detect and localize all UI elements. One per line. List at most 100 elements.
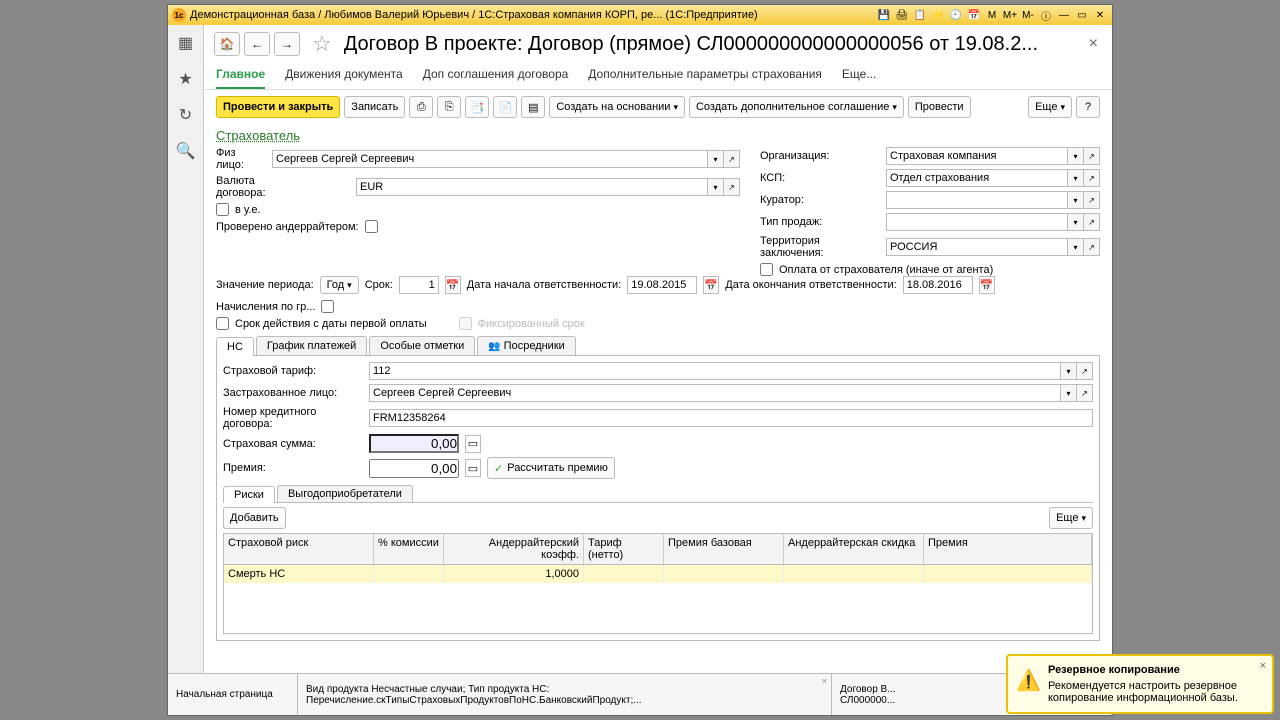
th-5[interactable]: Андеррайтерская скидка (784, 534, 924, 564)
calculator-icon[interactable]: ▭ (465, 459, 481, 477)
dropdown-icon[interactable]: ▾ (1061, 362, 1077, 380)
tool-icon-5[interactable]: ▤ (521, 96, 545, 118)
inner-tab-2[interactable]: Особые отметки (369, 336, 475, 355)
tb-mminus-icon[interactable]: M- (1020, 8, 1036, 22)
dropdown-icon[interactable]: ▾ (708, 178, 724, 196)
tab-main-2[interactable]: Доп соглашения договора (423, 63, 569, 89)
dropdown-icon[interactable]: ▾ (708, 150, 724, 168)
dropdown-icon[interactable]: ▾ (1068, 191, 1084, 209)
sub-tab-1[interactable]: Выгодоприобретатели (277, 485, 413, 502)
inner-tab-1[interactable]: График платежей (256, 336, 367, 355)
th-3[interactable]: Тариф (нетто) (584, 534, 664, 564)
tab-main-0[interactable]: Главное (216, 63, 265, 89)
tab-main-1[interactable]: Движения документа (285, 63, 403, 89)
dropdown-icon[interactable]: ▾ (1068, 213, 1084, 231)
end-date-input[interactable] (903, 276, 973, 294)
tb-mplus-icon[interactable]: M+ (1002, 8, 1018, 22)
tb-clip-icon[interactable]: 📋 (912, 8, 928, 22)
tool-icon-4[interactable]: 📄 (493, 96, 517, 118)
inner-tab-0[interactable]: НС (216, 337, 254, 356)
dropdown-icon[interactable]: ▾ (1068, 147, 1084, 165)
term-input[interactable] (399, 276, 439, 294)
calc-premium-button[interactable]: ✓Рассчитать премию (487, 457, 615, 479)
open-icon[interactable]: ↗ (1077, 362, 1093, 380)
forward-button[interactable]: → (274, 32, 300, 56)
start-date-input[interactable] (627, 276, 697, 294)
tb-info-icon[interactable]: ⓘ (1038, 8, 1054, 22)
th-0[interactable]: Страховой риск (224, 534, 374, 564)
tb-save-icon[interactable]: 💾 (876, 8, 892, 22)
dropdown-icon[interactable]: ▾ (1068, 238, 1084, 256)
sub-tab-0[interactable]: Риски (223, 486, 275, 503)
dropdown-icon[interactable]: ▾ (1061, 384, 1077, 402)
tool-icon-1[interactable]: ⎙ (409, 96, 433, 118)
inner-tab-3[interactable]: 👥Посредники (477, 336, 576, 355)
post-button[interactable]: Провести (908, 96, 971, 118)
credit-input[interactable] (369, 409, 1093, 427)
calendar-icon[interactable]: 📅 (703, 276, 719, 294)
more-button[interactable]: Еще (1028, 96, 1072, 118)
fromfirst-checkbox[interactable] (216, 317, 229, 330)
territory-input[interactable] (886, 238, 1068, 256)
open-icon[interactable]: ↗ (1084, 147, 1100, 165)
bottom-tab-home[interactable]: Начальная страница (204, 674, 298, 715)
currency-input[interactable] (356, 178, 708, 196)
period-unit-select[interactable]: Год (320, 276, 359, 294)
open-icon[interactable]: ↗ (1084, 213, 1100, 231)
create-based-button[interactable]: Создать на основании (549, 96, 685, 118)
close-tab-icon[interactable]: × (822, 676, 827, 686)
sum-input[interactable] (369, 434, 459, 453)
saletype-input[interactable] (886, 213, 1068, 231)
star-icon[interactable]: ★ (178, 69, 192, 89)
close-page-button[interactable]: × (1085, 35, 1102, 53)
fizlico-input[interactable] (272, 150, 708, 168)
bottom-tab-product[interactable]: × Вид продукта Несчастные случаи; Тип пр… (298, 674, 832, 715)
th-4[interactable]: Премия базовая (664, 534, 784, 564)
tb-calc-icon[interactable]: 📅 (966, 8, 982, 22)
search-icon[interactable]: 🔍 (176, 141, 196, 161)
home-button[interactable]: 🏠 (214, 32, 240, 56)
create-addon-button[interactable]: Создать дополнительное соглашение (689, 96, 904, 118)
write-button[interactable]: Записать (344, 96, 405, 118)
tab-main-4[interactable]: Еще... (842, 63, 876, 89)
tab-main-3[interactable]: Дополнительные параметры страхования (588, 63, 822, 89)
calendar-icon[interactable]: 📅 (979, 276, 995, 294)
ksp-input[interactable] (886, 169, 1068, 187)
curator-input[interactable] (886, 191, 1068, 209)
risk-more-button[interactable]: Еще (1049, 507, 1093, 529)
pay-checkbox[interactable] (760, 263, 773, 276)
th-6[interactable]: Премия (924, 534, 1092, 564)
section-title[interactable]: Страхователь (216, 128, 300, 143)
back-button[interactable]: ← (244, 32, 270, 56)
vue-checkbox[interactable] (216, 203, 229, 216)
tool-icon-2[interactable]: ⎘ (437, 96, 461, 118)
open-icon[interactable]: ↗ (1084, 191, 1100, 209)
calendar-icon[interactable]: 📅 (445, 276, 461, 294)
minimize-icon[interactable]: — (1056, 8, 1072, 22)
tb-fav-icon[interactable]: ⭐ (930, 8, 946, 22)
toast-close-button[interactable]: × (1260, 660, 1266, 672)
insured-input[interactable] (369, 384, 1061, 402)
apps-icon[interactable]: ▦ (178, 33, 193, 53)
accr-checkbox[interactable] (321, 300, 334, 313)
table-row[interactable]: Смерть НС 1,0000 (224, 565, 1092, 583)
maximize-icon[interactable]: ▭ (1074, 8, 1090, 22)
open-icon[interactable]: ↗ (1084, 238, 1100, 256)
tool-icon-3[interactable]: 📑 (465, 96, 489, 118)
tb-history-icon[interactable]: 🕘 (948, 8, 964, 22)
tb-m-icon[interactable]: M (984, 8, 1000, 22)
open-icon[interactable]: ↗ (1077, 384, 1093, 402)
open-icon[interactable]: ↗ (724, 150, 740, 168)
close-icon[interactable]: ✕ (1092, 8, 1108, 22)
post-and-close-button[interactable]: Провести и закрыть (216, 96, 340, 118)
open-icon[interactable]: ↗ (724, 178, 740, 196)
underwriter-checkbox[interactable] (365, 220, 378, 233)
th-1[interactable]: % комиссии (374, 534, 444, 564)
prem-input[interactable] (369, 459, 459, 478)
history-icon[interactable]: ↻ (179, 105, 192, 125)
favorite-icon[interactable]: ☆ (312, 31, 332, 57)
help-button[interactable]: ? (1076, 96, 1100, 118)
open-icon[interactable]: ↗ (1084, 169, 1100, 187)
tb-print-icon[interactable]: 🖨 (894, 8, 910, 22)
th-2[interactable]: Андеррайтерский коэфф. (444, 534, 584, 564)
